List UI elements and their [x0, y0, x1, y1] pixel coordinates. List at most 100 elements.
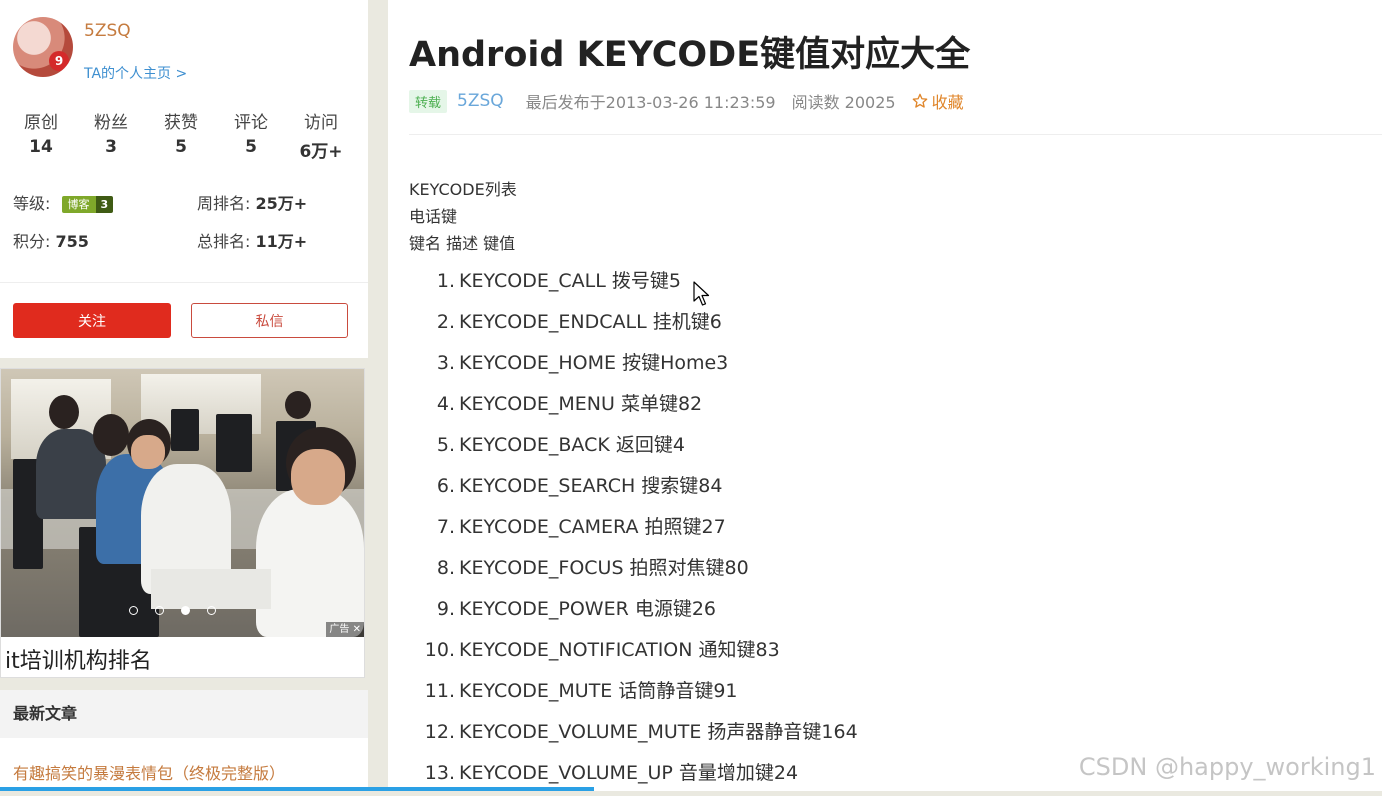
list-item-text: KEYCODE_NOTIFICATION 通知键83 — [459, 639, 780, 661]
list-item-number: 2. — [436, 311, 455, 333]
carousel-dot-active[interactable] — [181, 606, 190, 615]
points-value: 755 — [55, 232, 89, 251]
latest-article-link[interactable]: 有趣搞笑的暴漫表情包（终极完整版） — [13, 760, 285, 784]
stat-label: 获赞 — [164, 113, 198, 133]
latest-articles-list: 有趣搞笑的暴漫表情包（终极完整版） — [0, 738, 368, 791]
star-icon — [912, 93, 927, 108]
list-item-text: KEYCODE_VOLUME_MUTE 扬声器静音键164 — [459, 721, 858, 743]
list-item-text: KEYCODE_SEARCH 搜索键84 — [459, 475, 723, 497]
list-item: 5. KEYCODE_BACK 返回键4 — [388, 427, 858, 468]
list-item-number: 13. — [424, 762, 455, 784]
page-load-progress-bar — [0, 787, 595, 791]
list-item-number: 6. — [436, 475, 455, 497]
carousel-dot[interactable] — [207, 606, 216, 615]
list-item-text: KEYCODE_HOME 按键Home3 — [459, 352, 729, 374]
ad-tag[interactable]: 广告 ✕ — [326, 622, 364, 637]
favorite-button[interactable]: 收藏 — [912, 89, 964, 113]
profile-name-link[interactable]: 5ZSQ — [84, 21, 131, 41]
stat-visits[interactable]: 访问 6万+ — [286, 108, 356, 162]
intro-line: 键名 描述 键值 — [409, 234, 516, 253]
stat-label: 原创 — [24, 113, 58, 133]
article-author-link[interactable]: 5ZSQ — [457, 91, 504, 111]
stat-label: 粉丝 — [94, 113, 128, 133]
ad-person — [256, 489, 364, 637]
favorite-label: 收藏 — [931, 93, 964, 112]
avatar[interactable]: 9 — [13, 17, 73, 77]
stat-fans[interactable]: 粉丝 3 — [76, 108, 146, 162]
list-item-text: KEYCODE_VOLUME_UP 音量增加键24 — [459, 762, 799, 784]
list-item-text: KEYCODE_CALL 拨号键5 — [459, 270, 681, 292]
list-item: 11. KEYCODE_MUTE 话筒静音键91 — [388, 673, 858, 714]
watermark: CSDN @happy_working1 — [1078, 753, 1376, 781]
level-badge-num: 3 — [95, 196, 114, 213]
ad-title[interactable]: it培训机构排名 — [5, 643, 152, 675]
ad-image[interactable]: 广告 ✕ — [1, 369, 364, 637]
repost-tag: 转载 — [409, 89, 448, 113]
profile-divider — [0, 282, 368, 283]
ad-head — [285, 391, 311, 419]
ad-head — [49, 395, 79, 429]
message-button[interactable]: 私信 — [191, 303, 348, 338]
level-row: 等级: 博客 3 — [13, 190, 114, 214]
list-item-text: KEYCODE_FOCUS 拍照对焦键80 — [459, 557, 749, 579]
total-rank-row: 总排名: 11万+ — [197, 228, 307, 252]
latest-articles-heading: 最新文章 — [0, 690, 368, 738]
ad-desk — [151, 569, 271, 609]
list-item: 3. KEYCODE_HOME 按键Home3 — [388, 345, 858, 386]
list-item-text: KEYCODE_MENU 菜单键82 — [459, 393, 703, 415]
ad-face — [291, 449, 345, 505]
carousel-dot[interactable] — [155, 606, 164, 615]
profile-stats: 原创 14 粉丝 3 获赞 5 评论 5 访问 6万+ — [6, 108, 356, 162]
ad-close-icon[interactable]: ✕ — [353, 624, 361, 635]
avatar-badge: 9 — [49, 51, 69, 71]
list-item: 10. KEYCODE_NOTIFICATION 通知键83 — [388, 632, 858, 673]
article-title: Android KEYCODE键值对应大全 — [409, 35, 971, 75]
sidebar: 9 5ZSQ TA的个人主页 > 原创 14 粉丝 3 获赞 5 评论 5 访问 — [0, 0, 368, 791]
ad-head — [93, 414, 129, 456]
stat-value: 14 — [29, 137, 53, 157]
stat-value: 3 — [105, 137, 117, 157]
list-item-number: 12. — [424, 721, 455, 743]
list-item: 12. KEYCODE_VOLUME_MUTE 扬声器静音键164 — [388, 714, 858, 755]
carousel-dot[interactable] — [129, 606, 138, 615]
total-rank-label: 总排名: — [197, 232, 251, 251]
profile-card: 9 5ZSQ TA的个人主页 > 原创 14 粉丝 3 获赞 5 评论 5 访问 — [0, 0, 368, 358]
profile-home-link[interactable]: TA的个人主页 > — [84, 63, 187, 83]
list-item-text: KEYCODE_POWER 电源键26 — [459, 598, 717, 620]
intro-line: KEYCODE列表 — [409, 180, 517, 199]
points-row: 积分: 755 — [13, 228, 89, 252]
list-item-text: KEYCODE_BACK 返回键4 — [459, 434, 685, 456]
ad-face — [131, 435, 165, 469]
list-item: 1. KEYCODE_CALL 拨号键5 — [388, 263, 858, 304]
article-meta: 转载 5ZSQ 最后发布于2013-03-26 11:23:59 阅读数 200… — [409, 89, 964, 113]
level-badge-text: 博客 — [61, 196, 96, 213]
list-item-text: KEYCODE_MUTE 话筒静音键91 — [459, 680, 738, 702]
list-item-number: 10. — [424, 639, 455, 661]
article-reads: 阅读数 20025 — [791, 93, 896, 112]
list-item-number: 4. — [436, 393, 455, 415]
follow-button[interactable]: 关注 — [13, 303, 171, 338]
article-date: 最后发布于2013-03-26 11:23:59 — [525, 93, 776, 112]
list-item: 4. KEYCODE_MENU 菜单键82 — [388, 386, 858, 427]
stat-original[interactable]: 原创 14 — [6, 108, 76, 162]
list-item-text: KEYCODE_ENDCALL 挂机键6 — [459, 311, 722, 333]
list-item-number: 8. — [436, 557, 455, 579]
article-panel: Android KEYCODE键值对应大全 转载 5ZSQ 最后发布于2013-… — [388, 0, 1382, 791]
stat-label: 评论 — [234, 113, 268, 133]
stat-comments[interactable]: 评论 5 — [216, 108, 286, 162]
list-item: 6. KEYCODE_SEARCH 搜索键84 — [388, 468, 858, 509]
level-label: 等级: — [13, 194, 51, 213]
ad-banner[interactable]: 广告 ✕ it培训机构排名 — [0, 368, 365, 678]
list-item: 9. KEYCODE_POWER 电源键26 — [388, 591, 858, 632]
stat-likes[interactable]: 获赞 5 — [146, 108, 216, 162]
week-rank-label: 周排名: — [197, 194, 251, 213]
level-badge[interactable]: 博客 3 — [61, 196, 114, 213]
ad-monitor — [216, 414, 252, 472]
list-item-number: 11. — [424, 680, 455, 702]
list-item-number: 1. — [436, 270, 455, 292]
week-rank-value: 25万+ — [255, 194, 308, 213]
ad-label: 广告 — [329, 624, 350, 635]
ad-monitor — [171, 409, 199, 451]
keycode-list: 1. KEYCODE_CALL 拨号键5 2. KEYCODE_ENDCALL 挂机… — [388, 263, 858, 796]
list-item-number: 7. — [436, 516, 455, 538]
